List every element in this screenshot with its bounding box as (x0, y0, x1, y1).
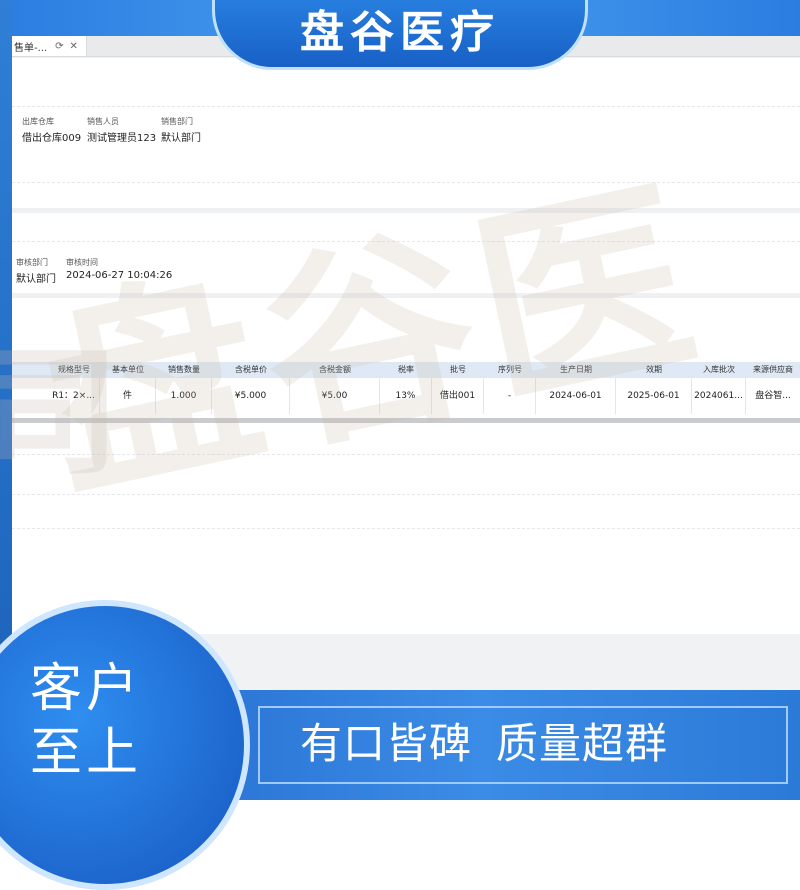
divider (12, 528, 800, 529)
field-value: 默认部门 (16, 274, 56, 285)
field-label: 审核部门 (16, 258, 48, 267)
cell-serial: - (484, 378, 536, 414)
slogan-reputation: 有口皆碑 (300, 719, 473, 768)
cell-tax-rate: 13% (380, 378, 432, 414)
cell-amount: ¥5.00 (290, 378, 380, 414)
column-header[interactable]: 效期 (616, 362, 692, 378)
cell-spec: R1：2×... (48, 378, 100, 414)
field-value: 2024-06-27 10:04:26 (66, 270, 173, 281)
column-header[interactable]: 税率 (380, 362, 432, 378)
field-audit-dept: 审核部门 默认部门 (16, 257, 56, 285)
column-header[interactable]: 规格型号 (48, 362, 100, 378)
field-label: 销售人员 (87, 117, 119, 126)
field-value: 默认部门 (161, 133, 201, 144)
circle-line-2: 至上 (29, 723, 142, 783)
field-label: 出库仓库 (22, 117, 54, 126)
refresh-icon[interactable]: ⟳ (55, 41, 63, 52)
divider (12, 454, 800, 455)
table-header: 规格型号 基本单位 销售数量 含税单价 含税金额 税率 批号 序列号 生产日期 … (12, 362, 800, 378)
field-salesperson: 销售人员 测试管理员123 (87, 116, 156, 144)
close-icon[interactable]: ✕ (70, 41, 78, 52)
field-label: 审核时间 (66, 258, 98, 267)
cell-batch: 借出001 (432, 378, 484, 414)
column-header[interactable]: 生产日期 (536, 362, 616, 378)
divider (12, 241, 800, 242)
divider (12, 106, 800, 107)
field-sales-dept: 销售部门 默认部门 (161, 116, 201, 144)
field-warehouse: 出库仓库 借出仓库009 (22, 116, 81, 144)
divider (12, 494, 800, 495)
cell-quantity: 1.000 (156, 378, 212, 414)
cell-supplier: 盘谷智... (746, 378, 800, 414)
slogan: 有口皆碑 质量超群 (300, 712, 780, 776)
column-header[interactable]: 批号 (432, 362, 484, 378)
column-header[interactable]: 销售数量 (156, 362, 212, 378)
field-value: 借出仓库009 (22, 133, 82, 144)
cell-production-date: 2024-06-01 (536, 378, 616, 414)
field-label: 销售部门 (161, 117, 193, 126)
field-audit-time: 审核时间 2024-06-27 10:04:26 (66, 257, 172, 281)
horizontal-scrollbar[interactable] (12, 418, 800, 423)
audit-panel: 审核部门 默认部门 审核时间 2024-06-27 10:04:26 (12, 213, 800, 293)
cell-unit-price: ¥5.000 (212, 378, 290, 414)
brand-title: 盘谷医疗 (300, 7, 500, 58)
cell-expiry-date: 2025-06-01 (616, 378, 692, 414)
column-header[interactable]: 含税单价 (212, 362, 290, 378)
divider (12, 182, 800, 183)
cell-unit: 件 (100, 378, 156, 414)
order-header-panel: 出库仓库 借出仓库009 销售人员 测试管理员123 销售部门 默认部门 (12, 58, 800, 208)
tab-label: 售单-... (14, 42, 48, 54)
column-header[interactable]: 来源供应商 (746, 362, 800, 378)
column-header[interactable]: 入库批次 (692, 362, 746, 378)
slogan-quality: 质量超群 (496, 719, 669, 768)
blank-panel (12, 298, 800, 362)
column-header[interactable]: 含税金额 (290, 362, 380, 378)
column-header[interactable]: 序列号 (484, 362, 536, 378)
column-header[interactable]: 基本单位 (100, 362, 156, 378)
cell-stock-batch: 2024061... (692, 378, 746, 414)
table-row[interactable]: R1：2×... 件 1.000 ¥5.000 ¥5.00 13% 借出001 … (12, 378, 800, 415)
tab-sales-order[interactable]: 售单-... ⟳ ✕ (12, 36, 87, 56)
field-value: 测试管理员123 (87, 133, 157, 144)
